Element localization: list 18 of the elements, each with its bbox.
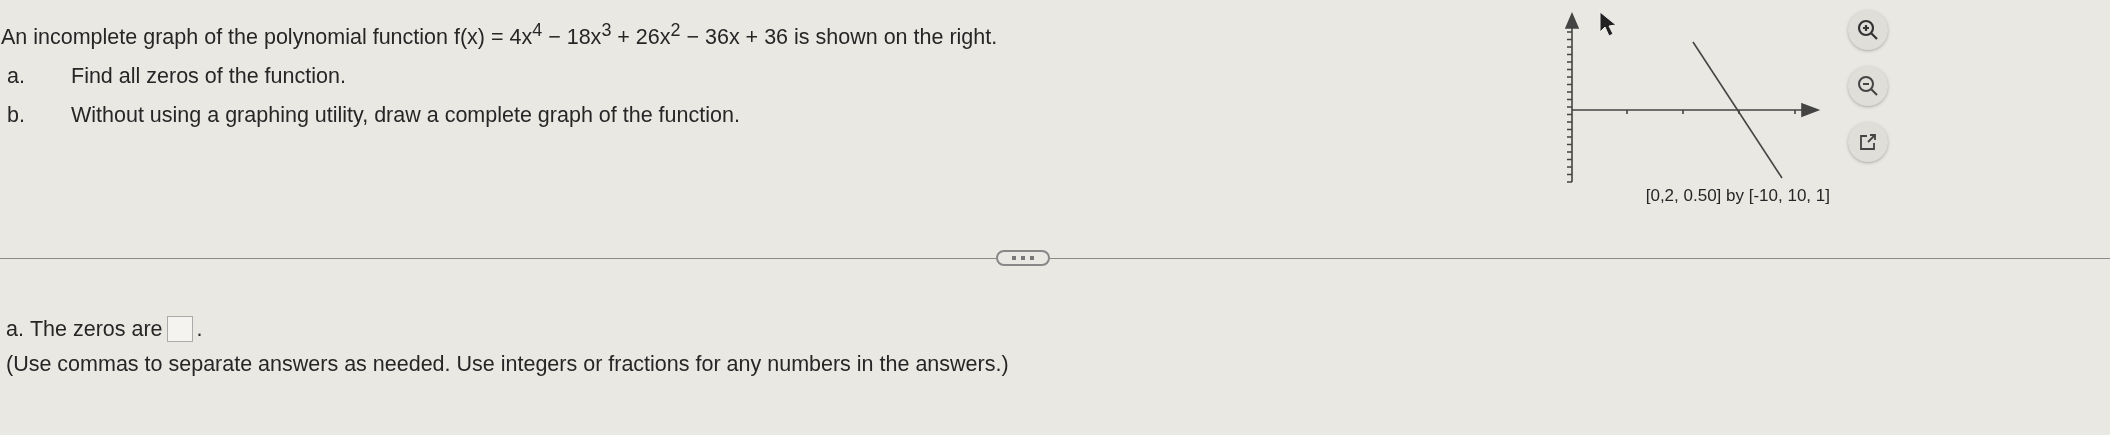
question-text: An incomplete graph of the polynomial function f(x) = 4x$^{4}$ − 18x$^{3}$ + 26x$^{2}$ − 36x + 36 is shown on the right. [1, 20, 998, 51]
answer-letter: a. [6, 316, 24, 342]
zoom-out-icon [1856, 74, 1880, 98]
part-letter: b. [7, 103, 26, 129]
zoom-in-icon [1856, 18, 1880, 42]
zoom-in-button[interactable] [1848, 10, 1888, 50]
instruction-text: (Use commas to separate answers as needed. Use integers or fractions for any numbers in the answers.) [6, 352, 1010, 377]
answer-prompt: The zeros are [29, 316, 163, 342]
window-label: [0,2, 0.50] by [-10, 10, 1] [1645, 186, 1830, 206]
external-link-icon [1858, 132, 1878, 152]
part-letter: a. [7, 64, 26, 90]
cursor-icon [1599, 11, 1617, 37]
zoom-out-button[interactable] [1848, 66, 1888, 106]
part-text: Find all zeros of the function. [71, 64, 346, 90]
period-text: . [196, 316, 203, 342]
more-button[interactable] [996, 250, 1050, 266]
popout-button[interactable] [1848, 122, 1888, 162]
part-text: Without using a graphing utility, draw a complete graph of the function. [71, 103, 740, 129]
